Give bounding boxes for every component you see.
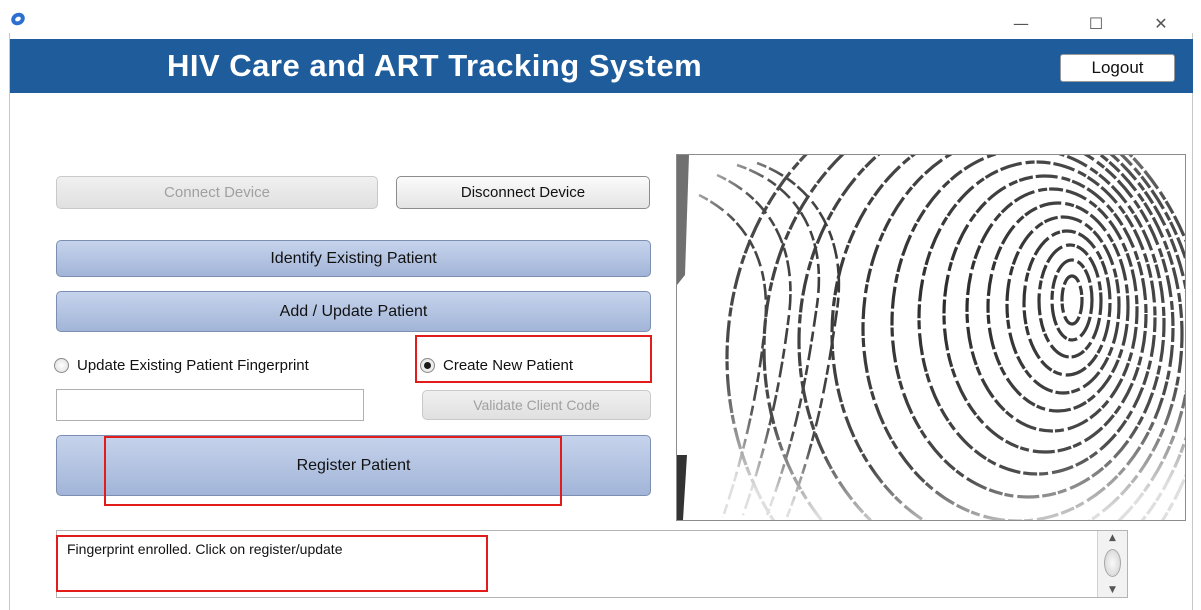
- client-code-input[interactable]: [56, 389, 364, 421]
- close-button[interactable]: ✕: [1141, 11, 1181, 35]
- scroll-up-arrow-icon[interactable]: ▲: [1098, 531, 1127, 545]
- radio-button[interactable]: [54, 357, 69, 373]
- app-window: — ☐ ✕ HIV Care and ART Tracking System L…: [0, 0, 1201, 610]
- status-message: Fingerprint enrolled. Click on register/…: [67, 541, 343, 557]
- scroll-thumb[interactable]: [1104, 549, 1121, 577]
- add-update-patient-button[interactable]: Add / Update Patient: [56, 291, 651, 332]
- app-title: HIV Care and ART Tracking System: [167, 48, 703, 83]
- fingerprint-image: [676, 154, 1186, 521]
- disconnect-device-button[interactable]: Disconnect Device: [396, 176, 650, 209]
- scroll-down-arrow-icon[interactable]: ▼: [1098, 583, 1127, 597]
- minimize-button[interactable]: —: [1001, 11, 1041, 35]
- radio-label: Update Existing Patient Fingerprint: [77, 356, 309, 374]
- app-icon: [11, 12, 25, 26]
- logout-button[interactable]: Logout: [1060, 54, 1175, 82]
- register-patient-button[interactable]: Register Patient: [56, 435, 651, 496]
- app-header: HIV Care and ART Tracking System Logout: [10, 39, 1193, 93]
- window-titlebar: — ☐ ✕: [0, 0, 1201, 33]
- connect-device-button[interactable]: Connect Device: [56, 176, 378, 209]
- status-message-area[interactable]: Fingerprint enrolled. Click on register/…: [56, 530, 1128, 598]
- fingerprint-icon: [677, 155, 1185, 520]
- radio-label: Create New Patient: [443, 356, 574, 374]
- identify-existing-patient-button[interactable]: Identify Existing Patient: [56, 240, 651, 277]
- radio-update-existing-fingerprint[interactable]: Update Existing Patient Fingerprint: [54, 350, 309, 380]
- maximize-button[interactable]: ☐: [1076, 11, 1116, 35]
- validate-client-code-button[interactable]: Validate Client Code: [422, 390, 651, 420]
- radio-button-selected[interactable]: [420, 357, 435, 373]
- status-scrollbar[interactable]: ▲ ▼: [1097, 531, 1127, 597]
- radio-create-new-patient[interactable]: Create New Patient: [420, 350, 573, 380]
